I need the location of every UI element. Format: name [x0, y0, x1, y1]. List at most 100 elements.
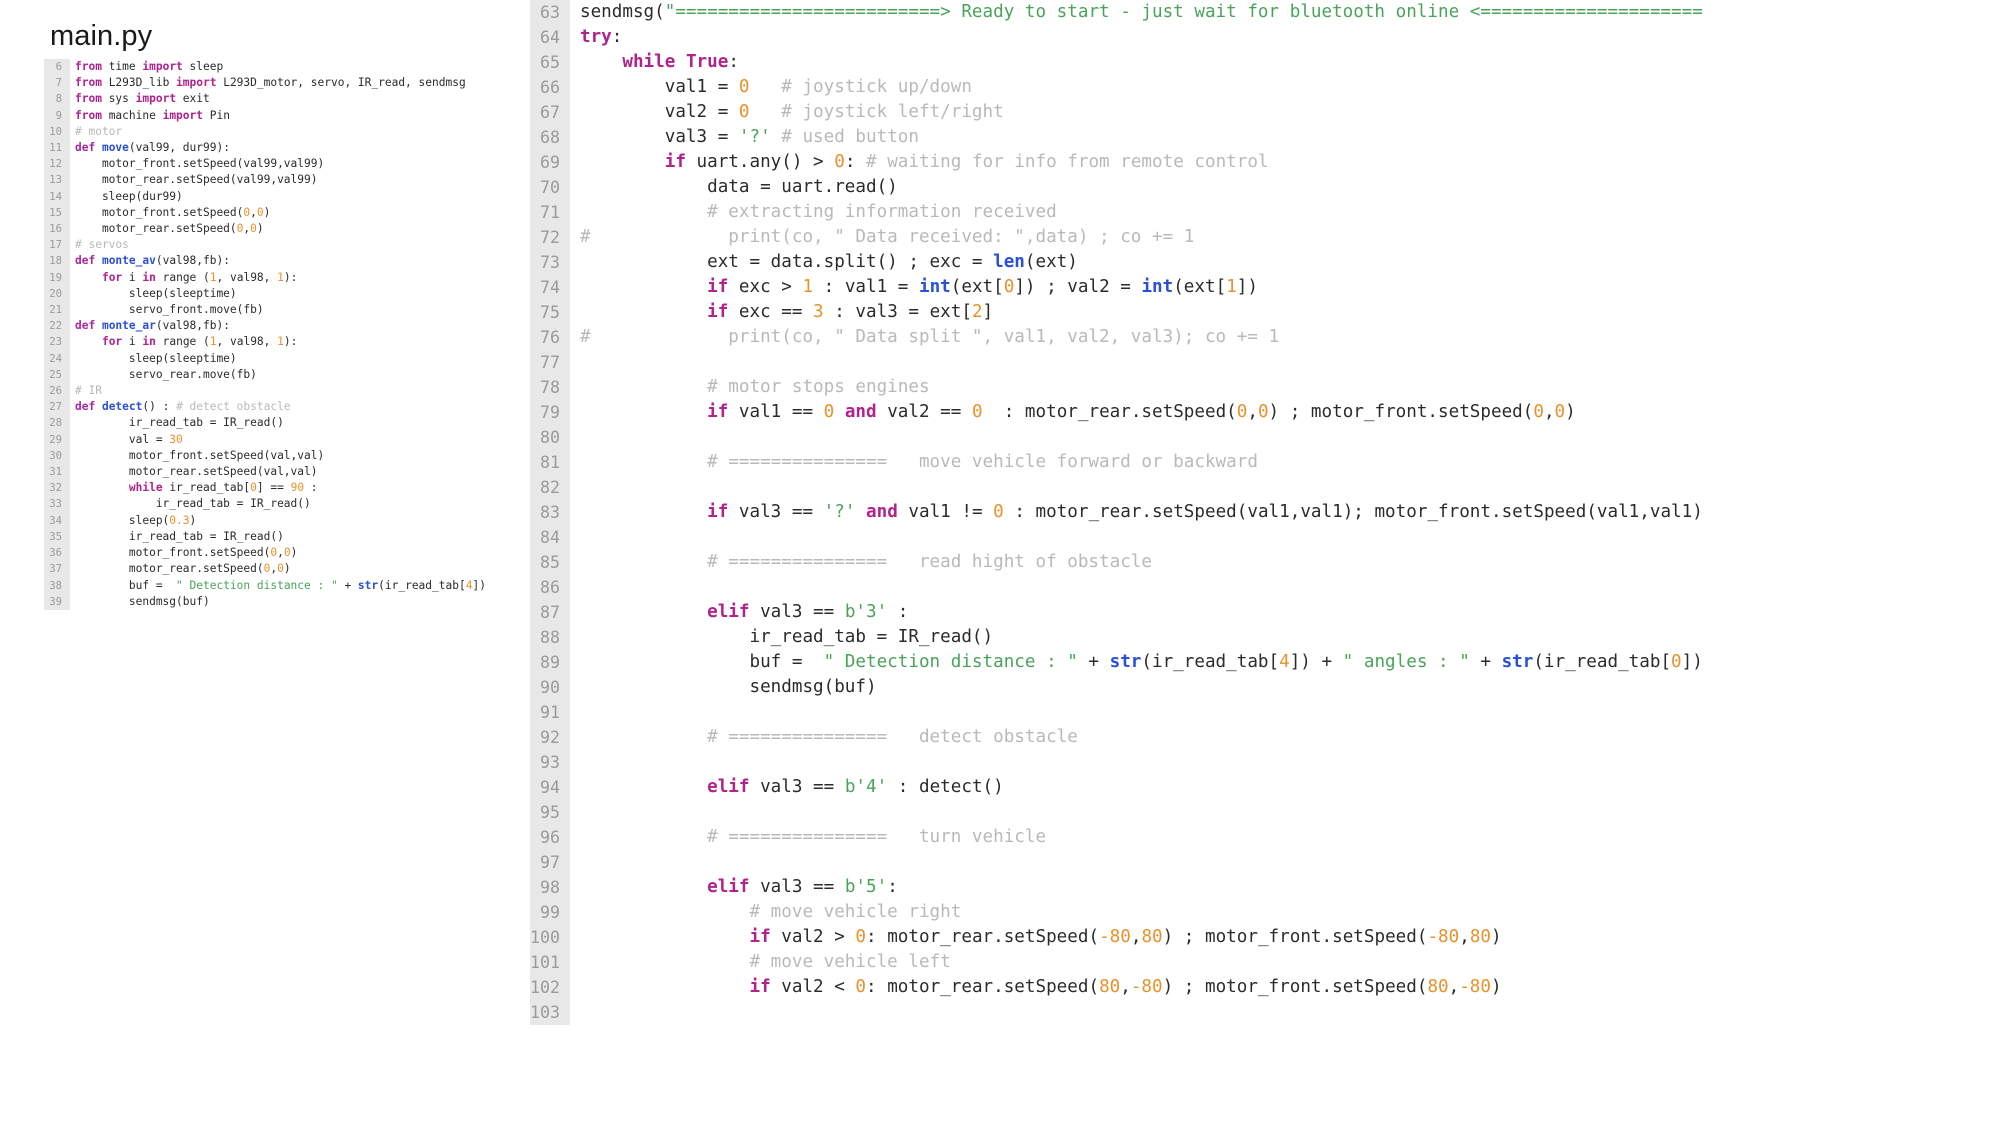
code-token: 0 [277, 562, 284, 576]
code-line-text: ir_read_tab = IR_read() [566, 625, 993, 650]
code-line: 14 sleep(dur99) [44, 189, 524, 205]
code-token: if [707, 277, 739, 297]
code-token: 0.3 [169, 513, 190, 527]
line-number: 6 [55, 61, 62, 73]
line-number: 68 [540, 128, 560, 147]
code-token: (val98,fb): [155, 254, 230, 268]
line-number: 19 [49, 271, 62, 284]
code-token: from [75, 108, 109, 122]
code-token: 3 [813, 302, 824, 322]
line-number: 88 [540, 628, 560, 647]
left-code-block[interactable]: 6 from time import sleep 7 from L293D_lib i… [44, 59, 524, 610]
line-number: 34 [49, 514, 62, 527]
line-number: 89 [540, 653, 560, 672]
code-line-text: # =============== move vehicle forward o… [566, 450, 1258, 475]
code-token: 1 [1226, 277, 1237, 297]
code-token: servo_front.move(fb) [75, 303, 264, 317]
code-token: ) ; motor_front.setSpeed( [1162, 927, 1428, 947]
code-line: 91 [530, 700, 2000, 725]
code-token: buf = [75, 578, 177, 592]
code-line-text: from time import sleep [66, 59, 223, 75]
code-token: val1 == [738, 402, 824, 422]
code-line-text: if exc == 3 : val3 = ext[2] [566, 300, 993, 325]
code-token: 0 [1257, 402, 1269, 422]
right-code-block[interactable]: 63 sendmsg("=========================> Re… [530, 0, 2000, 1025]
code-line-text: motor_front.setSpeed(val,val) [66, 448, 324, 464]
code-token: detect [101, 400, 143, 414]
code-token: val2 = [580, 102, 739, 122]
line-number: 95 [540, 803, 560, 822]
code-token: monte_ar [101, 319, 156, 333]
code-token: (val99, dur99): [128, 141, 230, 155]
line-number: 66 [540, 78, 560, 97]
code-token: ]) [1681, 652, 1703, 672]
line-number: 93 [540, 753, 560, 772]
code-line: 9 from machine import Pin [44, 108, 524, 124]
code-token: 90 [290, 481, 305, 495]
left-code-panel: main.py 6 from time import sleep 7 from L29… [44, 22, 524, 610]
code-token: 2 [971, 302, 983, 322]
code-line: 39 sendmsg(buf) [44, 594, 524, 610]
code-token: ]) + [1289, 652, 1343, 672]
code-line: 8 from sys import exit [44, 91, 524, 107]
code-token: , [1247, 402, 1258, 422]
code-token: ext = data.split() ; exc = [580, 252, 994, 272]
code-token: 80 [1427, 977, 1449, 997]
code-token: Pin [209, 108, 230, 122]
line-number: 81 [540, 453, 560, 472]
line-number: 32 [49, 482, 62, 495]
code-token: int [918, 277, 951, 297]
code-line: 11 def move(val99, dur99): [44, 140, 524, 156]
code-token: and [866, 502, 909, 522]
code-token: "=========================> Ready to sta… [664, 2, 1703, 22]
line-number: 21 [49, 304, 62, 317]
line-number: 25 [49, 368, 62, 381]
code-token: val2 == [887, 402, 972, 422]
code-token: sendmsg(buf) [580, 677, 877, 697]
code-token: i [128, 335, 143, 349]
code-token: -80 [1459, 977, 1491, 997]
line-number: 78 [540, 378, 560, 397]
line-number: 16 [49, 223, 62, 236]
line-number: 9 [55, 109, 62, 122]
code-token: move [101, 141, 129, 155]
code-token: motor_rear.setSpeed(val,val) [75, 465, 318, 479]
code-token: 1 [277, 335, 284, 349]
code-line-text: motor_front.setSpeed(0,0) [66, 205, 270, 221]
code-line-text: for i in range (1, val98, 1): [66, 270, 297, 286]
code-token: for [101, 335, 129, 349]
code-token: from [75, 92, 109, 106]
code-token: , [1543, 402, 1555, 422]
code-line-text: from machine import Pin [66, 108, 230, 124]
right-code-panel: 63 sendmsg("=========================> Re… [530, 0, 2000, 1025]
code-token: ir_read_tab = IR_read() [75, 497, 311, 511]
code-token: , val98, [216, 270, 278, 284]
code-line-text: buf = " Detection distance : " + str(ir_… [66, 578, 486, 594]
code-token: + [1077, 652, 1110, 672]
code-token: (val98,fb): [155, 319, 230, 333]
code-line: 33 ir_read_tab = IR_read() [44, 496, 524, 512]
code-line: 80 [530, 425, 2000, 450]
code-token: True [685, 52, 729, 72]
code-token: buf = [580, 652, 824, 672]
line-number: 80 [540, 428, 560, 447]
line-number: 38 [49, 579, 62, 592]
code-token: exc == [738, 302, 814, 322]
code-token: while [622, 52, 686, 72]
code-token: b'3' [844, 602, 888, 622]
line-number: 28 [49, 417, 62, 430]
code-line: 102 if val2 < 0: motor_rear.setSpeed(80,… [530, 975, 2000, 1000]
code-line-text: # extracting information received [566, 200, 1057, 225]
code-line: 90 sendmsg(buf) [530, 675, 2000, 700]
code-token: in [142, 270, 163, 284]
code-token: (ir_read_tab[ [1141, 652, 1280, 672]
code-token: # used button [781, 127, 919, 147]
code-line: 35 ir_read_tab = IR_read() [44, 529, 524, 545]
code-token: 0 [971, 402, 983, 422]
code-token: 0 [283, 546, 291, 560]
